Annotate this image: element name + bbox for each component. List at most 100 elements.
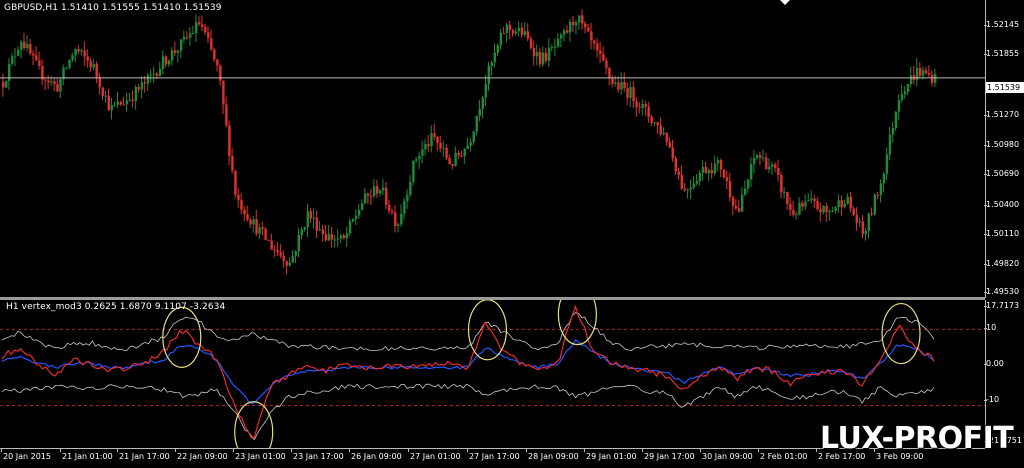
candle-body	[201, 24, 204, 27]
candle-body	[921, 70, 925, 76]
indicator-scale-label: 17.7173	[983, 301, 1020, 310]
candle-body	[394, 212, 397, 226]
candle-body	[288, 262, 291, 266]
candle-body	[403, 201, 406, 214]
candle-body	[454, 152, 457, 166]
candle-body	[418, 155, 421, 160]
candle-body	[297, 234, 300, 252]
candle-body	[858, 221, 861, 223]
candle-body	[578, 15, 581, 23]
candle-body	[179, 39, 183, 51]
candle-body	[388, 205, 391, 211]
candle-body	[520, 27, 524, 35]
candle-body	[228, 125, 231, 157]
highlight-circle	[162, 306, 202, 368]
candle-body	[327, 234, 331, 241]
candle-body	[189, 33, 192, 38]
candle-body	[792, 210, 795, 215]
indicator-title: H1 vertex_mod3 0.2625 1.6870 9.1107 -3.2…	[6, 302, 226, 312]
candle-body	[412, 160, 415, 182]
candle-body	[855, 214, 858, 223]
candle-body	[406, 194, 409, 202]
candle-body	[804, 201, 807, 207]
candle-body	[668, 141, 671, 148]
candle-body	[333, 239, 337, 241]
candle-body	[77, 48, 80, 52]
candle-body	[759, 155, 762, 158]
candle-body	[885, 154, 889, 174]
time-label: 23 Jan 01:00	[233, 448, 286, 461]
candle-body	[563, 30, 566, 35]
candle-body	[5, 80, 8, 88]
time-label: 2 Feb 01:00	[757, 448, 808, 461]
candle-body	[140, 82, 144, 90]
candle-body	[107, 95, 110, 111]
candle-body	[900, 94, 904, 100]
time-label: 22 Jan 09:00	[175, 448, 228, 461]
price-label: 1.49530	[983, 287, 1020, 296]
candle-body	[535, 52, 539, 57]
shift-marker-icon[interactable]	[780, 0, 790, 5]
candle-body	[689, 187, 693, 190]
candle-body	[490, 62, 494, 67]
candle-body	[56, 84, 59, 92]
candle-body	[544, 52, 548, 61]
candle-body	[517, 27, 521, 32]
candle-body	[119, 101, 123, 105]
candle-body	[167, 60, 171, 65]
candle-body	[810, 198, 813, 201]
candle-body	[493, 52, 497, 63]
price-chart-pane[interactable]: GBPUSD,H1 1.51410 1.51555 1.51410 1.5153…	[0, 0, 986, 298]
price-scale[interactable]: 1.52145 1.51855 1.51270 1.50980 1.50690 …	[983, 0, 1024, 298]
candle-body	[659, 125, 662, 135]
candle-body	[20, 41, 23, 50]
candle-body	[234, 170, 237, 195]
candle-body	[719, 160, 723, 170]
candle-body	[641, 104, 644, 109]
candle-body	[882, 173, 886, 184]
candle-body	[400, 213, 403, 225]
price-label: 1.50980	[983, 140, 1020, 149]
candle-body	[828, 211, 831, 213]
candle-body	[237, 194, 240, 201]
indicator-scale-label: -10	[983, 395, 1000, 404]
candle-body	[17, 49, 20, 56]
candle-body	[572, 21, 575, 26]
candle-body	[158, 68, 162, 76]
candle-body	[496, 45, 500, 53]
candle-body	[261, 227, 264, 229]
candle-body	[273, 249, 276, 251]
candle-body	[746, 179, 750, 189]
candle-body	[599, 50, 602, 54]
candle-body	[783, 191, 786, 193]
candle-body	[550, 46, 554, 48]
candle-body	[116, 101, 120, 105]
candle-body	[243, 209, 246, 215]
candle-body	[29, 44, 32, 54]
candle-body	[722, 169, 726, 178]
candle-body	[427, 144, 430, 147]
candle-body	[442, 147, 445, 149]
candle-body	[213, 49, 216, 60]
candle-body	[330, 234, 334, 240]
candle-body	[68, 60, 71, 68]
candle-body	[822, 206, 825, 213]
candle-body	[246, 214, 249, 220]
candle-body	[176, 50, 180, 53]
candle-body	[360, 203, 364, 210]
candle-body	[647, 106, 650, 117]
current-price-label: 1.51539	[986, 82, 1024, 93]
candle-body	[617, 82, 620, 90]
candle-body	[623, 81, 626, 89]
candle-body	[65, 67, 68, 69]
candle-body	[523, 31, 527, 35]
candle-body	[484, 84, 487, 98]
candle-body	[32, 53, 35, 56]
candle-body	[415, 159, 418, 161]
candle-body	[258, 227, 261, 234]
candle-body	[888, 134, 892, 155]
candle-body	[870, 213, 874, 215]
candle-body	[47, 80, 50, 83]
candle-body	[324, 234, 328, 241]
candle-body	[23, 41, 26, 49]
